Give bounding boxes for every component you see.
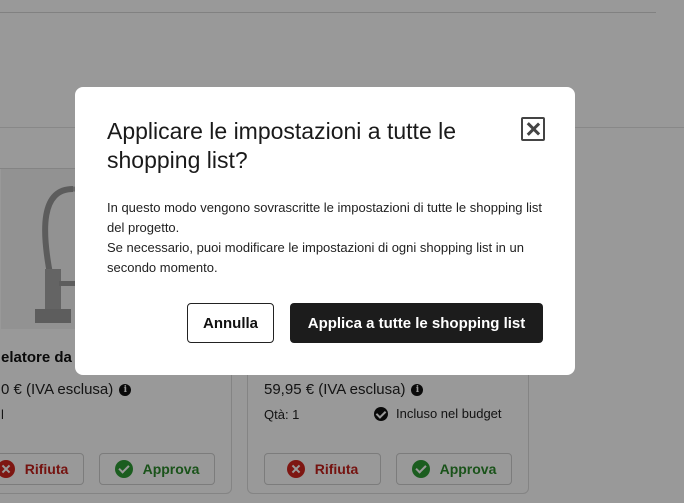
apply-all-button[interactable]: Applica a tutte le shopping list (290, 303, 543, 343)
close-icon[interactable] (521, 117, 545, 141)
dialog-body: In questo modo vengono sovrascritte le i… (107, 198, 551, 278)
dialog-text-line1: In questo modo vengono sovrascritte le i… (107, 200, 543, 235)
confirm-dialog: Applicare le impostazioni a tutte le sho… (75, 87, 575, 375)
cancel-button[interactable]: Annulla (187, 303, 274, 343)
dialog-text-line2: Se necessario, puoi modificare le impost… (107, 240, 524, 275)
dialog-title: Applicare le impostazioni a tutte le sho… (107, 118, 457, 173)
